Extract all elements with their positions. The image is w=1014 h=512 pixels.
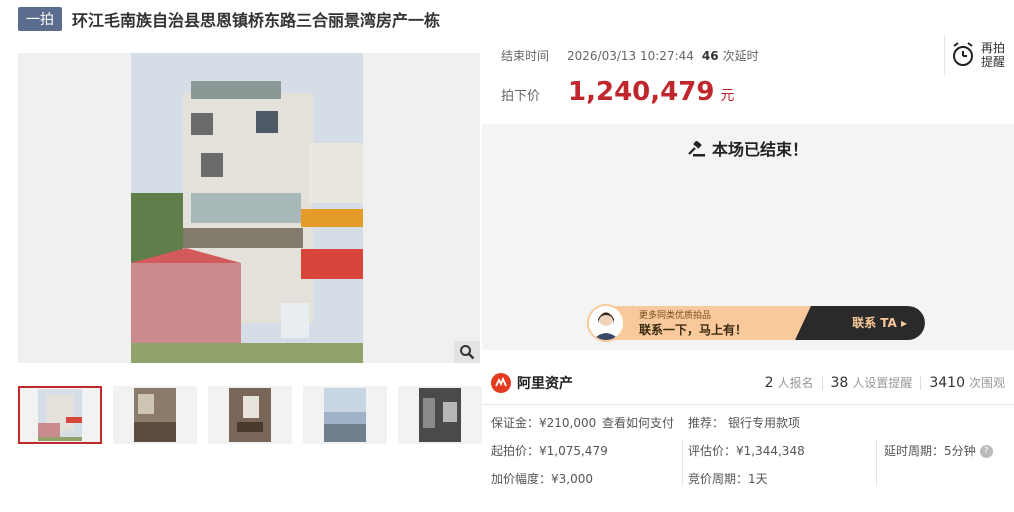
alarm-clock-icon: [953, 42, 973, 66]
contact-banner[interactable]: 更多同类优质拍品 联系一下，马上有！ 联系 TA ▸: [587, 304, 925, 342]
signup-label: 人报名: [777, 376, 814, 390]
thumbnail-5[interactable]: [398, 386, 482, 444]
delay-period: 延时周期：5分钟?: [884, 442, 993, 459]
recommend-link[interactable]: 银行专用款项: [728, 414, 800, 431]
remind-button[interactable]: 再拍提醒: [944, 35, 1014, 75]
increment: 加价幅度：¥3,000: [491, 472, 593, 486]
ended-text: 本场已结束！: [711, 140, 808, 159]
end-time-label: 结束时间: [501, 49, 550, 63]
contact-button[interactable]: 联系 TA ▸: [852, 314, 907, 331]
delay-count: 46: [701, 48, 719, 63]
start-price: 起拍价：¥1,075,479: [491, 444, 608, 458]
price-unit: 元: [720, 88, 735, 104]
reminder-count: 38: [830, 374, 849, 391]
auction-round-badge: 一拍: [18, 7, 62, 31]
thumbnail-strip: [18, 386, 493, 444]
end-time-value: 2026/03/13 10:27:44: [567, 48, 694, 63]
view-count: 3410: [929, 374, 965, 391]
auction-summary: 结束时间 2026/03/13 10:27:44 46 次延时 拍下价 1,24…: [482, 33, 1014, 119]
price-label: 拍下价: [501, 89, 541, 104]
thumbnail-1[interactable]: [18, 386, 102, 444]
main-photo-viewer[interactable]: [18, 53, 480, 363]
recommend-label: 推荐：: [688, 416, 725, 430]
main-photo: [131, 53, 363, 363]
thumbnail-4[interactable]: [303, 386, 387, 444]
brand-name: 阿里资产: [517, 376, 573, 392]
ali-logo-icon: [491, 373, 511, 393]
auction-status-panel: 本场已结束！ 更多同类优质拍品 联系一下，马上有！ 联系 TA ▸: [482, 124, 1014, 350]
title-bar: 一拍 环江毛南族自治县思恩镇桥东路三合丽景湾房产一栋: [18, 7, 440, 31]
gavel-icon: [688, 140, 705, 157]
magnifier-icon: [460, 345, 475, 360]
delay-label: 次延时: [722, 49, 759, 63]
help-icon[interactable]: ?: [979, 445, 993, 458]
ended-message: 本场已结束！: [482, 136, 1014, 160]
price-row: 拍下价 1,240,479 元: [501, 77, 734, 107]
divider: [482, 404, 1014, 405]
banner-subtitle: 更多同类优质拍品: [639, 311, 712, 321]
view-label: 次围观: [968, 376, 1005, 390]
banner-headline: 联系一下，马上有！: [639, 323, 748, 337]
deposit: 保证金：¥210,000: [491, 416, 597, 430]
bid-period: 竞价周期：1天: [688, 472, 768, 486]
final-price: 1,240,479: [568, 77, 715, 107]
how-to-pay-link[interactable]: 查看如何支付: [602, 414, 674, 431]
zoom-button[interactable]: [454, 341, 480, 363]
signup-count: 2: [764, 374, 774, 391]
auction-details: 阿里资产 2 人报名 38 人设置提醒 3410 次围观 保证金：¥210,00…: [482, 362, 1014, 512]
thumbnail-3[interactable]: [208, 386, 292, 444]
end-time-row: 结束时间 2026/03/13 10:27:44 46 次延时: [501, 47, 759, 64]
ali-assets-logo: 阿里资产: [491, 373, 573, 393]
participation-counts: 2 人报名 38 人设置提醒 3410 次围观: [765, 374, 1005, 391]
thumbnail-2[interactable]: [113, 386, 197, 444]
reminder-label: 人设置提醒: [852, 376, 913, 390]
page-title: 环江毛南族自治县思恩镇桥东路三合丽景湾房产一栋: [72, 11, 441, 30]
eval-price: 评估价：¥1,344,348: [688, 444, 805, 458]
remind-label: 再拍提醒: [981, 41, 1006, 69]
agent-avatar: [587, 304, 625, 342]
